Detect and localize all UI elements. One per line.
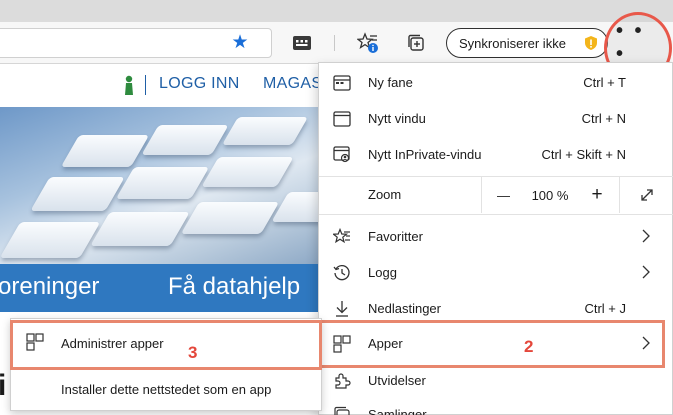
collections-menu-icon <box>333 406 351 415</box>
hero-keyboard-image <box>0 107 320 264</box>
page-heading-fragment: i <box>0 369 7 402</box>
menu-item-zoom: Zoom — 100 % + <box>319 177 673 213</box>
header-separator <box>145 75 146 95</box>
menu-item-new-tab[interactable]: Ny fane Ctrl + T <box>319 65 673 101</box>
menu-item-label: Nytt vindu <box>368 111 426 126</box>
zoom-out-button[interactable]: — <box>481 177 525 213</box>
magazine-link[interactable]: MAGAS <box>263 75 322 93</box>
menu-item-label: Favoritter <box>368 229 423 244</box>
submenu-item-install-site[interactable]: Installer dette nettstedet som en app <box>11 369 323 413</box>
history-icon <box>333 264 351 282</box>
nav-item-associations[interactable]: oreninger <box>0 273 99 301</box>
zoom-in-button[interactable]: + <box>575 177 619 213</box>
zoom-label: Zoom <box>368 187 402 202</box>
settings-and-more-button[interactable]: • • • <box>616 20 662 65</box>
address-bar[interactable]: ★ <box>0 28 272 58</box>
fullscreen-button[interactable] <box>619 177 673 213</box>
annotation-number-3: 3 <box>188 343 198 362</box>
new-tab-icon <box>333 74 351 92</box>
user-login-icon <box>125 75 133 95</box>
favorites-icon[interactable] <box>356 31 380 55</box>
menu-item-inprivate-window[interactable]: Nytt InPrivate-vindu Ctrl + Skift + N <box>319 137 673 173</box>
menu-item-favorites[interactable]: Favoritter <box>319 219 673 255</box>
add-favorite-star-icon[interactable]: ★ <box>229 32 251 54</box>
annotation-number-2: 2 <box>524 337 534 356</box>
menu-item-label: Samlinger <box>368 407 427 415</box>
sync-status-label: Synkroniserer ikke <box>459 35 566 51</box>
menu-item-label: Nedlastinger <box>368 301 441 316</box>
menu-divider <box>319 214 673 215</box>
annotation-box-manage-apps <box>10 320 322 370</box>
menu-item-extensions[interactable]: Utvidelser <box>319 363 673 399</box>
tab-strip <box>0 0 673 22</box>
more-icon: • • • <box>616 20 645 65</box>
extensions-icon <box>333 372 351 390</box>
favorites-list-icon <box>333 228 351 246</box>
chevron-right-icon <box>642 265 650 279</box>
immersive-reader-icon[interactable] <box>290 31 314 55</box>
menu-item-history[interactable]: Logg <box>319 255 673 291</box>
site-nav-bar: oreninger Få datahjelp <box>0 264 320 312</box>
shortcut-label: Ctrl + T <box>583 75 626 90</box>
fullscreen-icon <box>641 189 653 201</box>
collections-icon[interactable] <box>404 31 428 55</box>
chevron-right-icon <box>642 229 650 243</box>
download-icon <box>333 300 351 318</box>
menu-item-label: Nytt InPrivate-vindu <box>368 147 482 162</box>
sync-warning-icon <box>585 36 597 50</box>
login-link[interactable]: LOGG INN <box>159 75 240 93</box>
zoom-level-value: 100 % <box>525 177 575 213</box>
shortcut-label: Ctrl + J <box>584 301 626 316</box>
sync-status-button[interactable]: Synkroniserer ikke <box>446 28 608 58</box>
zoom-value-label: 100 % <box>531 187 569 203</box>
menu-item-new-window[interactable]: Nytt vindu Ctrl + N <box>319 101 673 137</box>
shortcut-label: Ctrl + Skift + N <box>541 147 626 162</box>
annotation-box-apps <box>318 320 665 368</box>
menu-item-label: Ny fane <box>368 75 413 90</box>
nav-item-get-help[interactable]: Få datahjelp <box>168 273 300 301</box>
menu-item-collections[interactable]: Samlinger <box>319 397 673 415</box>
install-site-label: Installer dette nettstedet som en app <box>61 382 272 397</box>
browser-toolbar: ★ Synkroniserer ikke <box>0 22 673 64</box>
menu-item-label: Utvidelser <box>368 373 426 388</box>
toolbar-separator <box>334 35 335 51</box>
inprivate-icon <box>333 146 351 164</box>
zoom-in-icon: + <box>591 184 603 205</box>
menu-item-label: Logg <box>368 265 397 280</box>
zoom-out-icon: — <box>497 187 510 203</box>
new-window-icon <box>333 110 351 128</box>
shortcut-label: Ctrl + N <box>581 111 626 126</box>
